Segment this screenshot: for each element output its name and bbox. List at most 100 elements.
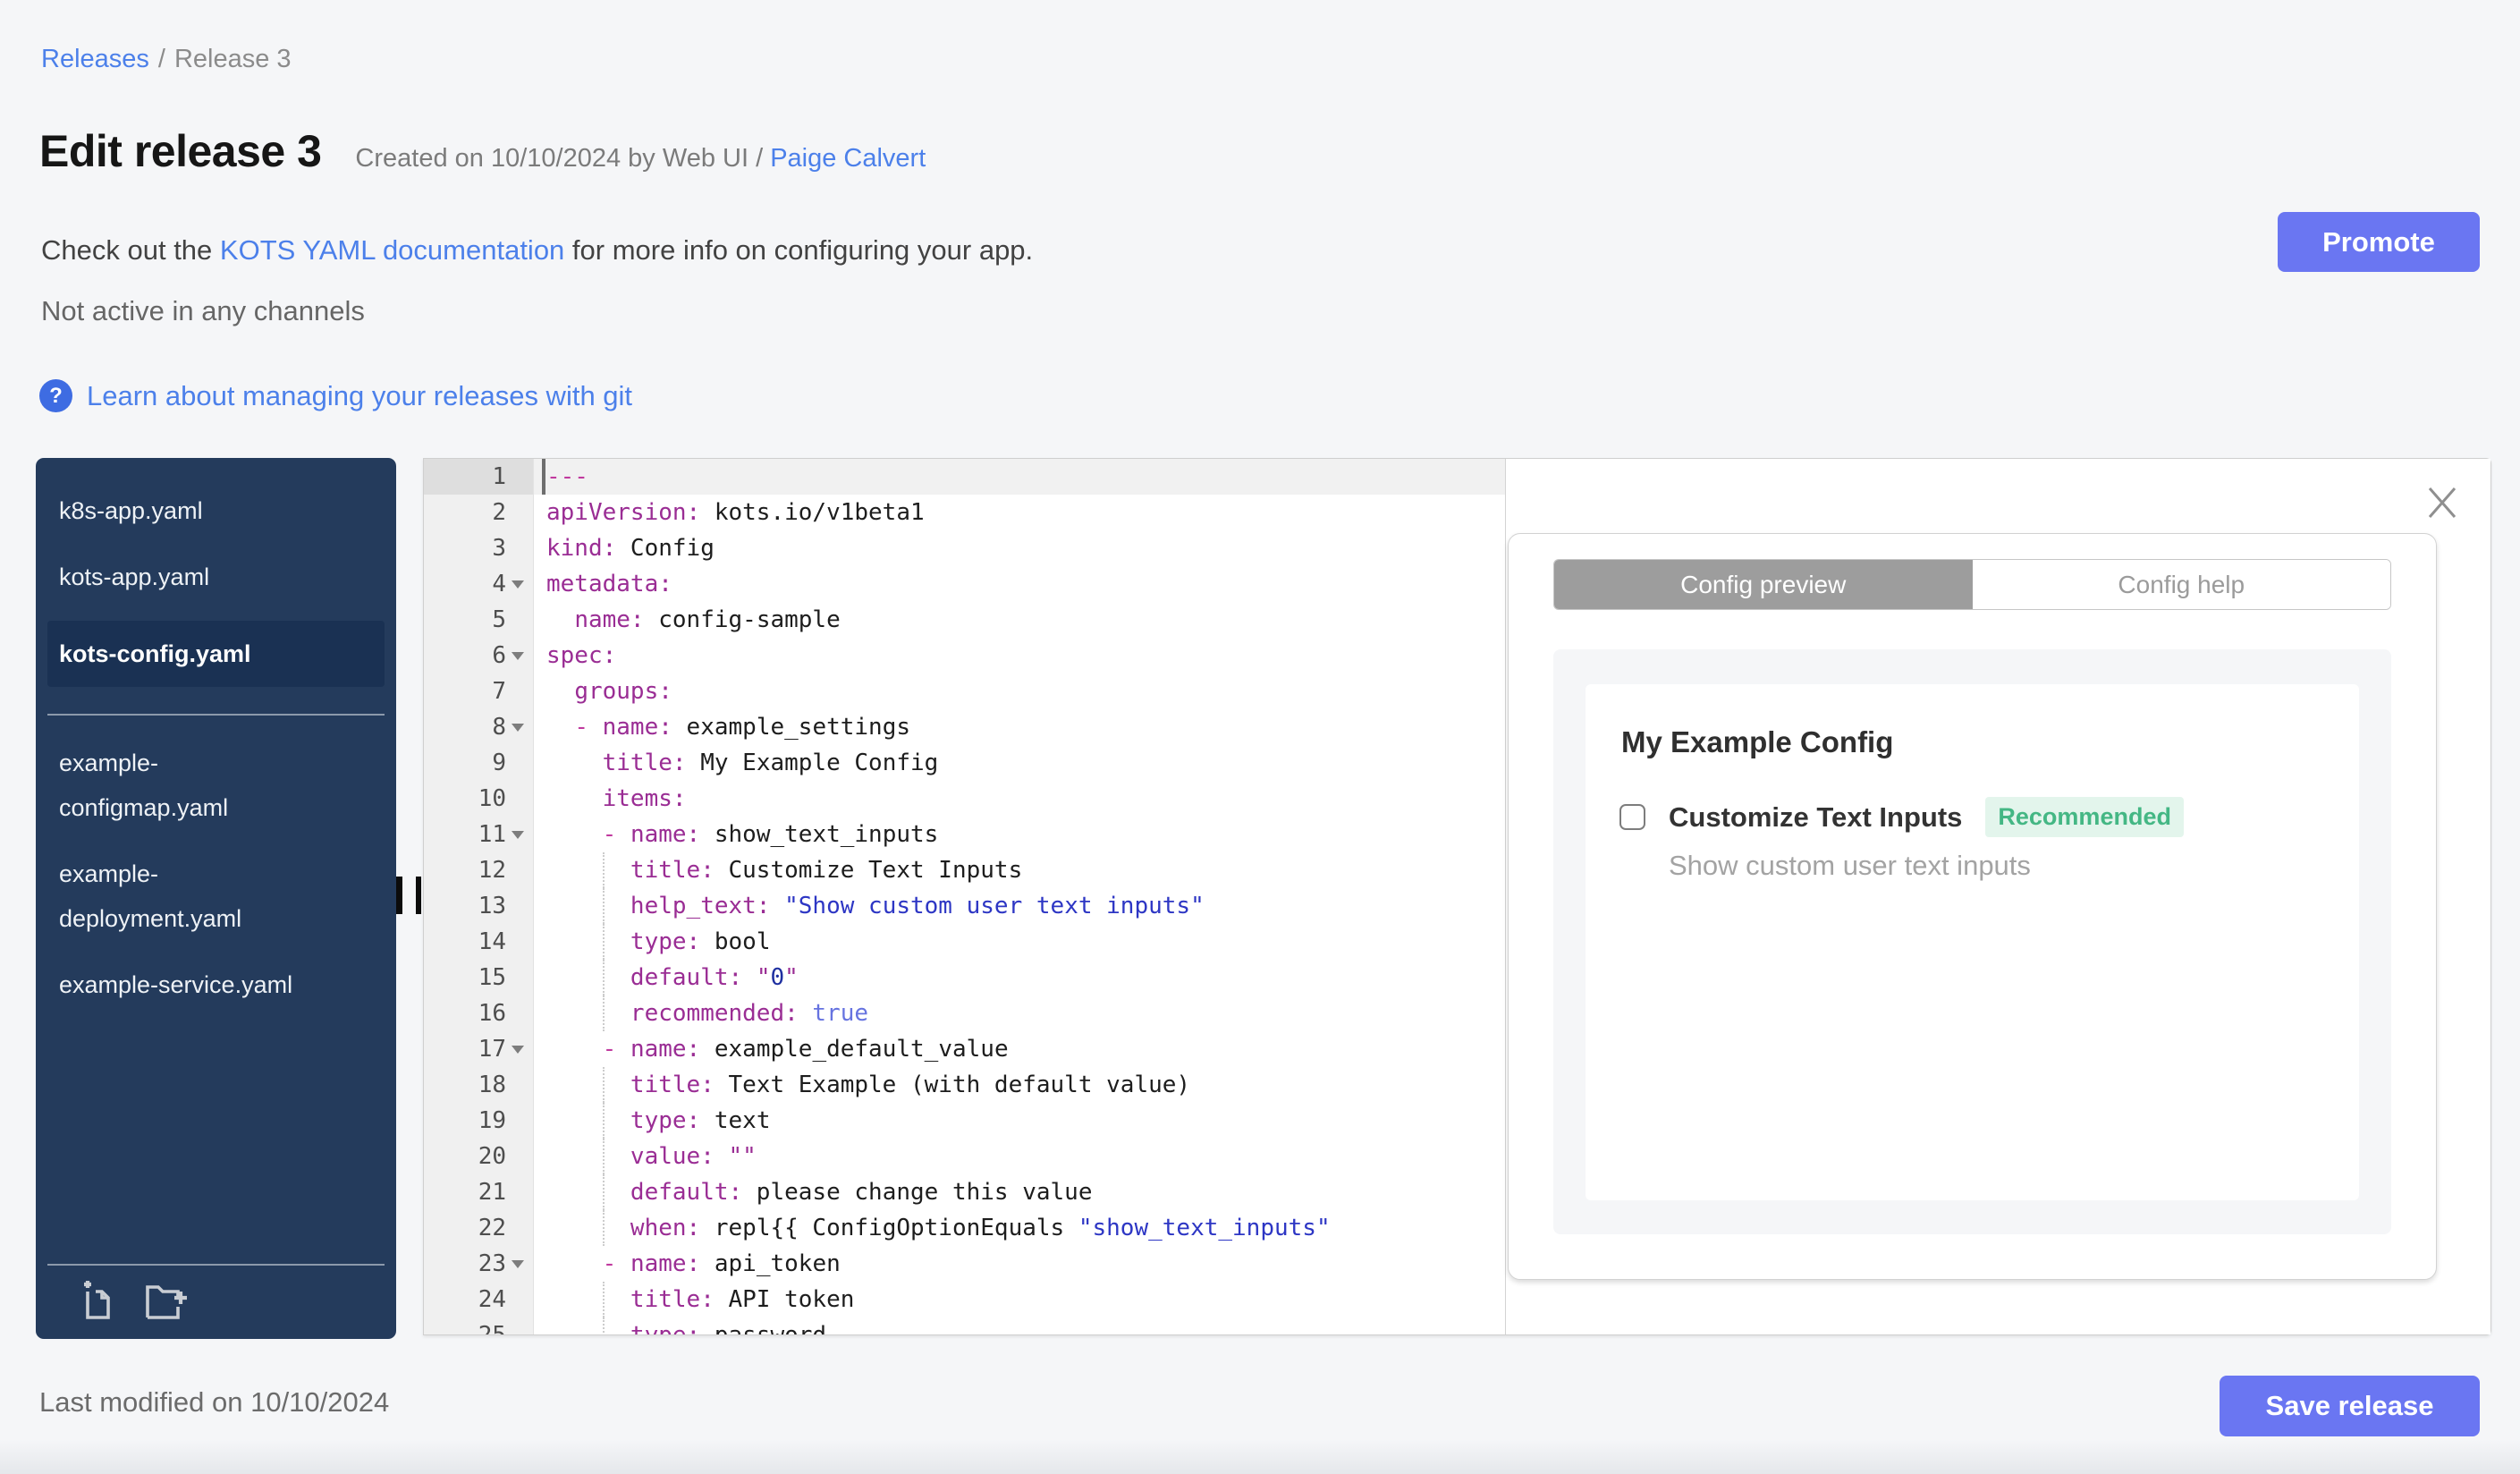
- config-item-help-text: Show custom user text inputs: [1669, 850, 2031, 881]
- editor-resize-handle-left[interactable]: [396, 877, 421, 914]
- bottom-fade: [0, 1440, 2520, 1474]
- code-token: title:: [602, 750, 687, 776]
- code-token: config-sample: [644, 606, 841, 633]
- code-token: 0: [770, 964, 785, 991]
- indent-guide: [602, 1103, 605, 1139]
- page-title: Edit release 3: [39, 126, 322, 176]
- code-line[interactable]: title: API token: [534, 1282, 1505, 1317]
- code-token: password: [700, 1322, 826, 1334]
- tab-config-preview[interactable]: Config preview: [1554, 560, 1973, 609]
- code-line[interactable]: groups:: [534, 673, 1505, 709]
- code-line[interactable]: title: My Example Config: [534, 745, 1505, 781]
- code-token: text: [700, 1107, 771, 1134]
- code-token: -: [602, 821, 630, 848]
- created-author-link[interactable]: Paige Calvert: [770, 144, 926, 173]
- code-line[interactable]: help_text: "Show custom user text inputs…: [534, 888, 1505, 924]
- save-release-button[interactable]: Save release: [2220, 1376, 2480, 1436]
- last-modified-text: Last modified on 10/10/2024: [39, 1386, 390, 1418]
- code-line[interactable]: metadata:: [534, 566, 1505, 602]
- code-line[interactable]: - name: show_text_inputs: [534, 817, 1505, 852]
- code-line[interactable]: title: Text Example (with default value): [534, 1067, 1505, 1103]
- code-line[interactable]: title: Customize Text Inputs: [534, 852, 1505, 888]
- breadcrumb-releases-link[interactable]: Releases: [41, 45, 149, 74]
- code-line[interactable]: value: "": [534, 1139, 1505, 1174]
- code-token: type:: [630, 928, 701, 955]
- code-line[interactable]: - name: example_settings: [534, 709, 1505, 745]
- fold-arrow-icon[interactable]: [512, 830, 524, 839]
- docs-text-before: Check out the: [41, 234, 220, 266]
- code-token: name:: [602, 714, 672, 741]
- file-item[interactable]: example-deployment.yaml: [47, 851, 316, 941]
- code-token: example_default_value: [700, 1036, 1009, 1063]
- customize-text-inputs-checkbox[interactable]: [1619, 804, 1645, 830]
- code-line[interactable]: apiVersion: kots.io/v1beta1: [534, 495, 1505, 530]
- code-line[interactable]: type: password: [534, 1317, 1505, 1334]
- kots-yaml-docs-link[interactable]: KOTS YAML documentation: [220, 234, 564, 266]
- promote-button[interactable]: Promote: [2278, 212, 2480, 272]
- code-token: example_settings: [672, 714, 911, 741]
- file-item[interactable]: k8s-app.yaml: [47, 488, 316, 533]
- fold-arrow-icon[interactable]: [512, 580, 524, 589]
- code-token: name:: [630, 1250, 701, 1277]
- code-line[interactable]: ---: [534, 459, 1505, 495]
- code-token: ": [756, 964, 771, 991]
- config-group: My Example Config Customize Text Inputs …: [1586, 684, 2359, 1200]
- code-token: please change this value: [742, 1179, 1093, 1206]
- code-token: title:: [630, 857, 715, 884]
- recommended-badge: Recommended: [1985, 797, 2184, 837]
- gutter-line-number: 19: [478, 1107, 506, 1134]
- code-line[interactable]: items:: [534, 781, 1505, 817]
- fold-arrow-icon[interactable]: [512, 723, 524, 732]
- file-item[interactable]: kots-config.yaml: [47, 621, 385, 687]
- code-line[interactable]: - name: example_default_value: [534, 1031, 1505, 1067]
- code-line[interactable]: recommended: true: [534, 995, 1505, 1031]
- code-token: type:: [630, 1107, 701, 1134]
- file-list: k8s-app.yaml kots-app.yaml kots-config.yam…: [36, 458, 396, 1007]
- code-line[interactable]: kind: Config: [534, 530, 1505, 566]
- fold-arrow-icon[interactable]: [512, 651, 524, 660]
- file-item[interactable]: example-service.yaml: [47, 962, 316, 1007]
- fold-arrow-icon[interactable]: [512, 1045, 524, 1054]
- config-body: My Example Config Customize Text Inputs …: [1553, 649, 2391, 1234]
- code-token: "show_text_inputs": [1078, 1215, 1331, 1241]
- created-line: Created on 10/10/2024 by Web UI / Paige …: [355, 144, 926, 174]
- help-question-icon[interactable]: ?: [39, 379, 72, 412]
- gutter-line-number: 8: [424, 709, 533, 745]
- code-line[interactable]: type: text: [534, 1103, 1505, 1139]
- file-item[interactable]: kots-app.yaml: [47, 555, 316, 599]
- code-line[interactable]: type: bool: [534, 924, 1505, 960]
- close-icon[interactable]: [2425, 486, 2459, 520]
- gutter-line-number: 10: [478, 785, 506, 812]
- gutter-line-number: 16: [478, 1000, 506, 1027]
- git-releases-link[interactable]: Learn about managing your releases with …: [87, 380, 632, 412]
- editor-code[interactable]: --- apiVersion: kots.io/v1beta1 kind: Conf…: [534, 459, 1505, 1334]
- code-line[interactable]: default: "0": [534, 960, 1505, 995]
- add-folder-icon[interactable]: [144, 1280, 189, 1321]
- code-line[interactable]: name: config-sample: [534, 602, 1505, 638]
- tab-config-help[interactable]: Config help: [1972, 560, 2390, 609]
- gutter-line-number: 7: [492, 678, 506, 705]
- code-line[interactable]: - name: api_token: [534, 1246, 1505, 1282]
- gutter-line-number: 17: [424, 1031, 533, 1067]
- yaml-editor[interactable]: 1234567891011121314151617181920212223242…: [424, 459, 1505, 1334]
- code-line[interactable]: default: please change this value: [534, 1174, 1505, 1210]
- code-token: repl{{ ConfigOptionEquals: [700, 1215, 1078, 1241]
- code-line[interactable]: when: repl{{ ConfigOptionEquals "show_te…: [534, 1210, 1505, 1246]
- fold-arrow-icon[interactable]: [512, 1259, 524, 1268]
- created-text: Created on 10/10/2024 by Web UI /: [355, 144, 764, 173]
- gutter-line-number: 23: [424, 1246, 533, 1282]
- code-line[interactable]: spec:: [534, 638, 1505, 673]
- add-file-icon[interactable]: [76, 1280, 117, 1321]
- file-item[interactable]: example-configmap.yaml: [47, 741, 316, 830]
